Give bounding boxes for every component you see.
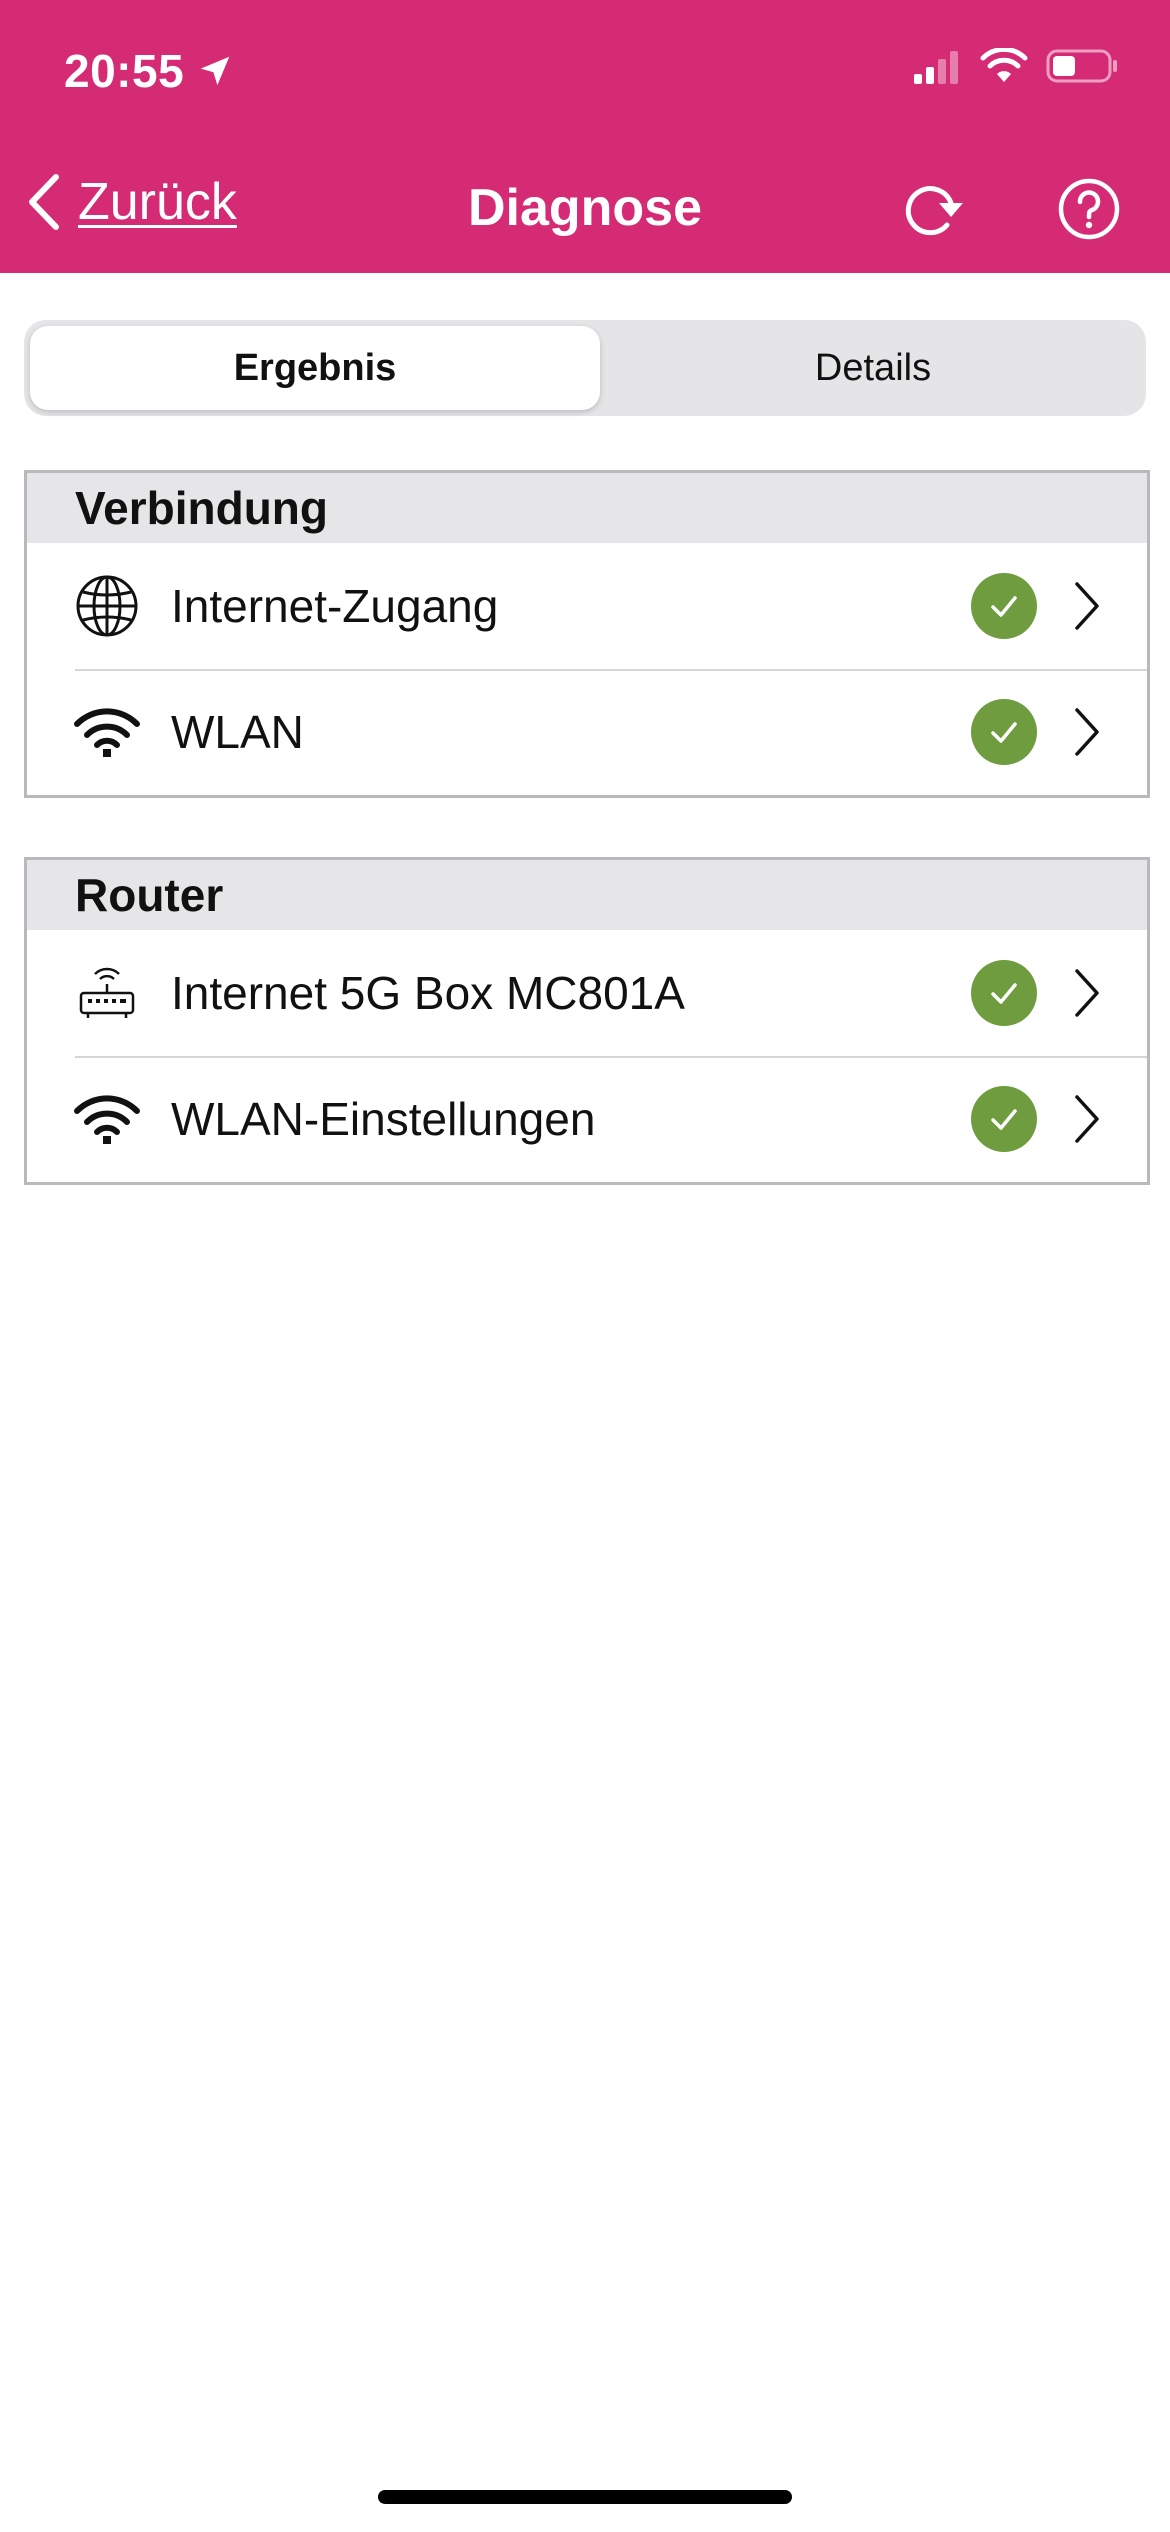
section-router: Router Internet 5G Box MC801A WLAN-Einst… [24,857,1150,1185]
status-ok-icon [971,573,1037,639]
tab-details[interactable]: Details [606,326,1140,410]
status-ok-icon [971,1086,1037,1152]
list-item-internet-5g-box[interactable]: Internet 5G Box MC801A [27,930,1147,1056]
list-item-internet-zugang[interactable]: Internet-Zugang [27,543,1147,669]
chevron-right-icon [1067,963,1107,1023]
screen: 20:55 Zurück Diagnose Ergebnis Details V… [0,0,1170,2532]
app-header: 20:55 Zurück Diagnose [0,0,1170,273]
wifi-icon [71,1083,143,1155]
home-indicator[interactable] [378,2490,792,2504]
chevron-right-icon [1067,1089,1107,1149]
list-item-label: WLAN [171,706,304,758]
status-indicators [912,48,1120,84]
section-verbindung: Verbindung Internet-Zugang WLAN [24,470,1150,798]
refresh-button[interactable] [898,176,970,242]
help-button[interactable] [1056,176,1122,242]
status-time-label: 20:55 [64,45,185,97]
location-arrow-icon [200,56,230,86]
tab-ergebnis[interactable]: Ergebnis [30,326,600,410]
back-button[interactable]: Zurück [24,172,237,232]
list-item-label: Internet 5G Box MC801A [171,967,685,1019]
wifi-icon [71,696,143,768]
battery-icon [1046,49,1117,83]
page-title: Diagnose [467,179,703,237]
back-button-label: Zurück [78,173,237,231]
list-item-label: WLAN-Einstellungen [171,1093,596,1145]
router-icon [71,957,143,1029]
globe-icon [71,570,143,642]
chevron-left-icon [29,174,59,230]
status-ok-icon [971,699,1037,765]
status-time: 20:55 [64,44,234,98]
section-header: Verbindung [27,473,1147,543]
chevron-right-icon [1067,576,1107,636]
result-details-segmented-control: Ergebnis Details [24,320,1146,416]
list-item-wlan[interactable]: WLAN [27,669,1147,795]
section-header: Router [27,860,1147,930]
help-icon [1058,178,1120,240]
status-ok-icon [971,960,1037,1026]
list-item-label: Internet-Zugang [171,580,499,632]
list-item-wlan-einstellungen[interactable]: WLAN-Einstellungen [27,1056,1147,1182]
refresh-icon [905,186,963,236]
chevron-right-icon [1067,702,1107,762]
cellular-signal-icon [914,51,958,84]
wifi-icon [980,48,1028,82]
